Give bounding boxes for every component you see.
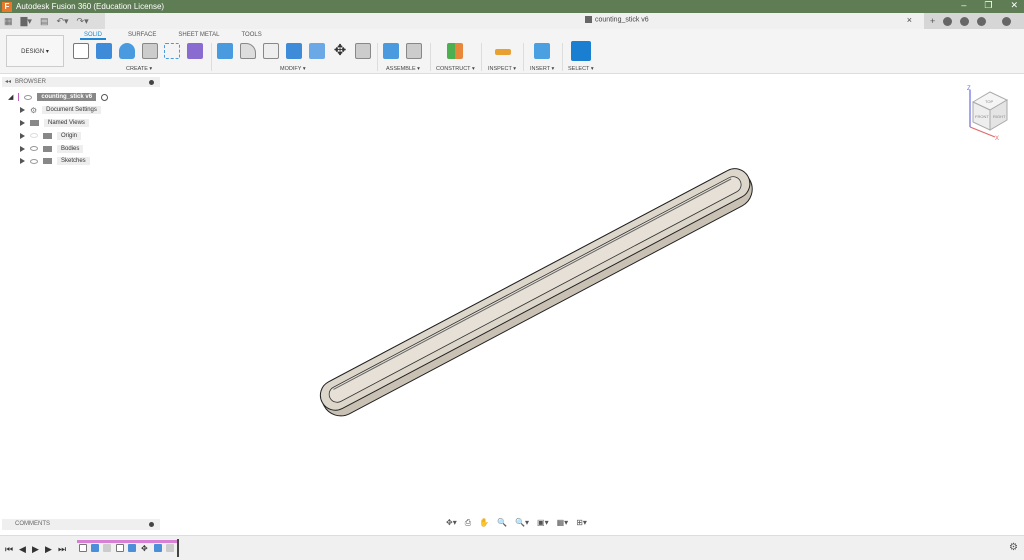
comments-title: COMMENTS xyxy=(15,521,50,527)
model-canvas[interactable] xyxy=(0,0,1024,560)
fit-icon[interactable]: 🔍▾ xyxy=(515,518,529,528)
comments-panel[interactable]: COMMENTS xyxy=(2,519,160,530)
step-forward-button[interactable]: ▶ xyxy=(45,544,52,555)
timeline-settings-icon[interactable]: ⚙ xyxy=(1009,542,1018,553)
viewports-icon[interactable]: ⊞▾ xyxy=(576,518,587,528)
timeline-combine-icon[interactable] xyxy=(154,544,162,552)
play-button[interactable]: ▶ xyxy=(32,544,39,555)
zoom-icon[interactable]: 🔍 xyxy=(497,518,507,528)
viewcube-front: FRONT xyxy=(975,114,989,119)
timeline-marker[interactable] xyxy=(177,539,179,557)
timeline-extrude-icon[interactable] xyxy=(128,544,136,552)
timeline-sketch-icon[interactable] xyxy=(116,544,124,552)
go-to-end-button[interactable]: ⏭ xyxy=(58,544,66,555)
z-axis-label: Z xyxy=(967,86,971,92)
look-at-icon[interactable]: ⎙ xyxy=(465,518,471,528)
timeline-fillet-icon[interactable] xyxy=(166,544,174,552)
view-cube[interactable]: Z X TOP FRONT RIGHT xyxy=(965,82,1015,142)
viewcube-right: RIGHT xyxy=(993,114,1006,119)
step-back-button[interactable]: ◀ xyxy=(19,544,26,555)
navigation-bar: ✥▾ ⎙ ✋ 🔍 🔍▾ ▣▾ ▦▾ ⊞▾ xyxy=(446,518,587,528)
viewcube-top: TOP xyxy=(985,99,993,104)
x-axis-label: X xyxy=(995,136,999,142)
comments-add-icon[interactable] xyxy=(149,522,154,527)
timeline-move-icon[interactable]: ✥ xyxy=(141,544,149,553)
display-settings-icon[interactable]: ▣▾ xyxy=(537,518,549,528)
pan-icon[interactable]: ✋ xyxy=(479,518,489,528)
timeline-progress xyxy=(77,540,177,543)
timeline-fillet-icon[interactable] xyxy=(103,544,111,552)
orbit-icon[interactable]: ✥▾ xyxy=(446,518,457,528)
timeline-extrude-icon[interactable] xyxy=(91,544,99,552)
grid-settings-icon[interactable]: ▦▾ xyxy=(557,518,569,528)
counting-stick-body xyxy=(319,168,753,417)
timeline: ⏮ ◀ ▶ ▶ ⏭ ✥ ⚙ xyxy=(0,535,1024,560)
go-to-start-button[interactable]: ⏮ xyxy=(5,544,13,555)
timeline-sketch-icon[interactable] xyxy=(79,544,87,552)
